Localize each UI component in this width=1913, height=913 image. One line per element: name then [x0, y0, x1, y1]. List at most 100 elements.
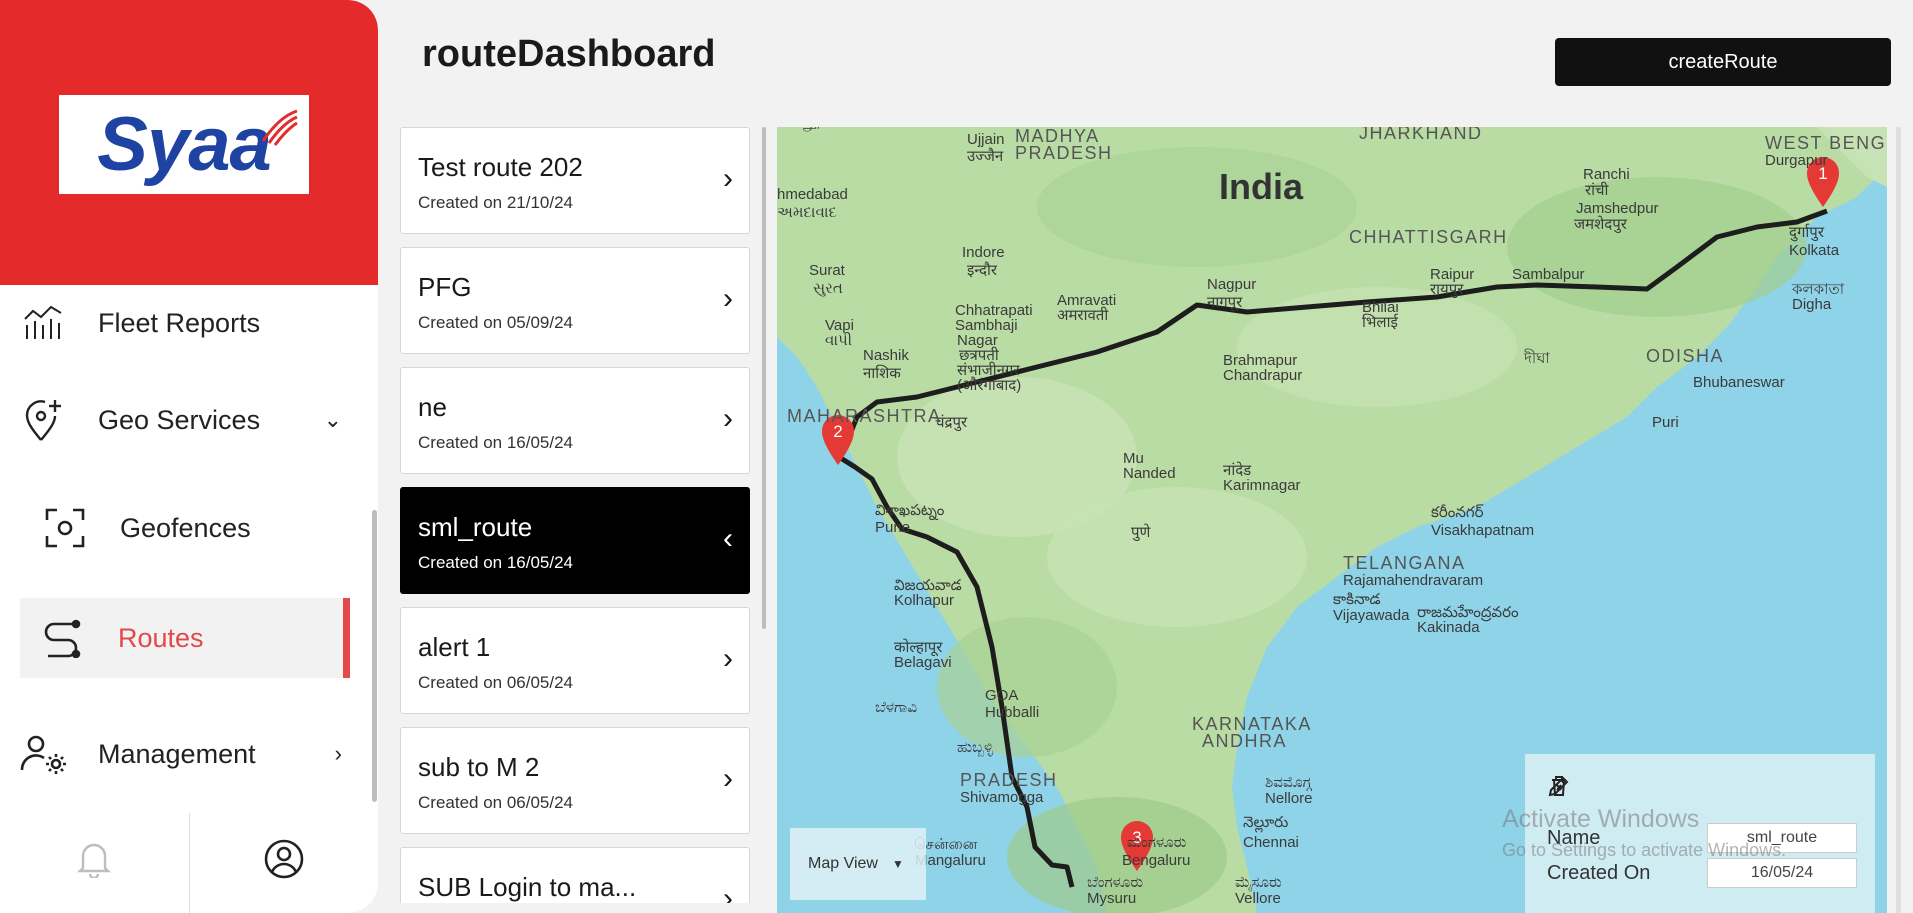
map-place-label: Nellore [1265, 790, 1313, 807]
chevron-right-icon: › [723, 642, 733, 675]
create-route-button[interactable]: createRoute [1555, 38, 1891, 86]
map-place-label: ಬೆಳಗಾವಿ [875, 699, 917, 716]
map-place-label: नाशिक [863, 364, 901, 382]
map-place-label: Nashik [863, 347, 909, 364]
map-place-label: Ujjain [967, 131, 1005, 148]
chevron-right-icon: › [723, 402, 733, 435]
chevron-right-icon: › [723, 762, 733, 795]
sidebar-item-management[interactable]: Management › [20, 714, 350, 794]
map[interactable]: 1 2 3 Ujjain उज्जैन MADHYA PRADESH hmedabad અ… [777, 127, 1887, 913]
trash-icon [1552, 776, 1566, 796]
map-place-label: CHHATTISGARH [1349, 227, 1508, 247]
created-value: 16/05/24 [1707, 858, 1857, 888]
map-view-select[interactable]: Map View ▼ [790, 828, 926, 900]
map-place-label: Bhubaneswar [1693, 374, 1785, 391]
route-card[interactable]: ne Created on 16/05/24 › [400, 367, 750, 474]
notifications-button[interactable] [0, 810, 189, 913]
route-date: Created on 16/05/24 [418, 433, 574, 452]
map-place-label: Rajamahendravaram [1343, 572, 1483, 589]
map-place-label: नागपूर [1207, 294, 1243, 312]
route-date: Created on 06/05/24 [418, 673, 574, 692]
sidebar-item-label: Geofences [120, 512, 251, 543]
map-place-label: Visakhapatnam [1431, 522, 1534, 539]
route-name: sub to M 2 [418, 752, 540, 782]
delete-button[interactable] [1552, 774, 1623, 800]
route-list-scrollbar[interactable] [762, 127, 766, 629]
map-place-label: अमरावती [1057, 306, 1109, 324]
map-place-label: Ranchi [1583, 166, 1630, 183]
route-name: PFG [418, 272, 472, 302]
map-place-label: కాకినాడ [1333, 591, 1381, 608]
route-info-panel: Name sml_route Created On 16/05/24 [1525, 754, 1875, 913]
profile-button[interactable] [190, 810, 379, 913]
sidebar-item-routes[interactable]: Routes [20, 598, 350, 678]
map-place-label: भिलाई [1362, 313, 1399, 331]
map-place-label: Indore [962, 244, 1005, 261]
route-date: Created on 16/05/24 [418, 553, 574, 572]
map-place-label: Nagpur [1207, 276, 1256, 293]
map-place-label: Sambalpur [1512, 266, 1585, 283]
sidebar-item-geofences[interactable]: Geofences [42, 488, 372, 568]
sidebar-footer [0, 810, 378, 913]
map-place-label: पुणे [1131, 523, 1152, 542]
map-place-label: TELANGANA [1343, 553, 1466, 573]
map-place-label: hmedabad [777, 186, 848, 203]
map-place-label: ಮಂಗಳೂರು [1127, 834, 1187, 851]
chevron-left-icon: ‹ [723, 522, 733, 555]
map-place-label: দীঘা [1523, 349, 1550, 367]
map-place-label: Shivamogga [960, 789, 1044, 806]
route-card[interactable]: Test route 202 Created on 21/10/24 › [400, 127, 750, 234]
map-place-label: दुर्गापुर [1789, 223, 1825, 242]
chart-icon [20, 300, 66, 346]
name-label: Name [1547, 826, 1601, 849]
map-place-label: ANDHRA [1202, 731, 1287, 751]
logo[interactable]: Syaa [59, 95, 309, 194]
map-place-label: GOA [985, 687, 1018, 704]
route-card[interactable]: PFG Created on 05/09/24 › [400, 247, 750, 354]
map-place-label: Belagavi [894, 654, 952, 671]
info-name-row: Name sml_route [1547, 821, 1857, 855]
route-card[interactable]: sml_route Created on 16/05/24 ‹ [400, 487, 750, 594]
map-place-label: (औरंगाबाद) [957, 376, 1021, 394]
sidebar-item-geo-services[interactable]: Geo Services ⌄ [20, 380, 350, 460]
info-created-row: Created On 16/05/24 [1547, 856, 1857, 890]
user-circle-icon [264, 839, 304, 884]
route-card[interactable]: SUB Login to ma... › [400, 847, 750, 903]
map-place-label: Kakinada [1417, 619, 1480, 636]
route-card[interactable]: alert 1 Created on 06/05/24 › [400, 607, 750, 714]
map-place-label: Durgapur [1765, 152, 1828, 169]
bell-icon [77, 840, 112, 883]
map-place-label: Chandrapur [1223, 367, 1302, 384]
location-add-icon [20, 397, 66, 443]
map-place-label: Surat [809, 262, 846, 279]
map-place-label: उज्जैन [967, 147, 1004, 165]
page-scrollbar[interactable] [1896, 127, 1901, 913]
map-place-label: रांची [1585, 181, 1610, 199]
map-place-label: Digha [1792, 296, 1832, 313]
logo-text: Syaa [97, 102, 271, 187]
map-view-label: Map View [808, 855, 878, 872]
created-label: Created On [1547, 861, 1651, 884]
map-place-label: Nanded [1123, 465, 1176, 482]
name-value: sml_route [1707, 823, 1857, 853]
map-place-label: Jamshedpur [1576, 200, 1659, 217]
map-place-label: ಹುಬ್ಬಳ್ಳಿ [957, 739, 993, 757]
sidebar-item-fleet-reports[interactable]: Fleet Reports [20, 283, 350, 363]
logo-swoosh-icon [261, 109, 298, 146]
map-place-label: Hubballi [985, 704, 1039, 721]
chevron-right-icon: › [723, 162, 733, 195]
route-name: sml_route [418, 512, 533, 542]
map-place-label: JHARKHAND [1359, 127, 1483, 143]
route-name: alert 1 [418, 632, 491, 662]
chevron-down-icon: ⌄ [323, 407, 342, 432]
chevron-right-icon: › [723, 282, 733, 315]
route-name: ne [418, 392, 447, 422]
sidebar-item-label: Geo Services [98, 404, 261, 435]
sidebar-item-label: Management [98, 738, 256, 769]
map-place-label: Kolkata [1789, 242, 1840, 259]
route-card[interactable]: sub to M 2 Created on 06/05/24 › [400, 727, 750, 834]
sidebar-scrollbar[interactable] [372, 510, 377, 802]
route-date: Created on 21/10/24 [418, 193, 574, 212]
map-place-label: અમદાવાદ [777, 204, 837, 221]
route-name: Test route 202 [418, 152, 583, 182]
